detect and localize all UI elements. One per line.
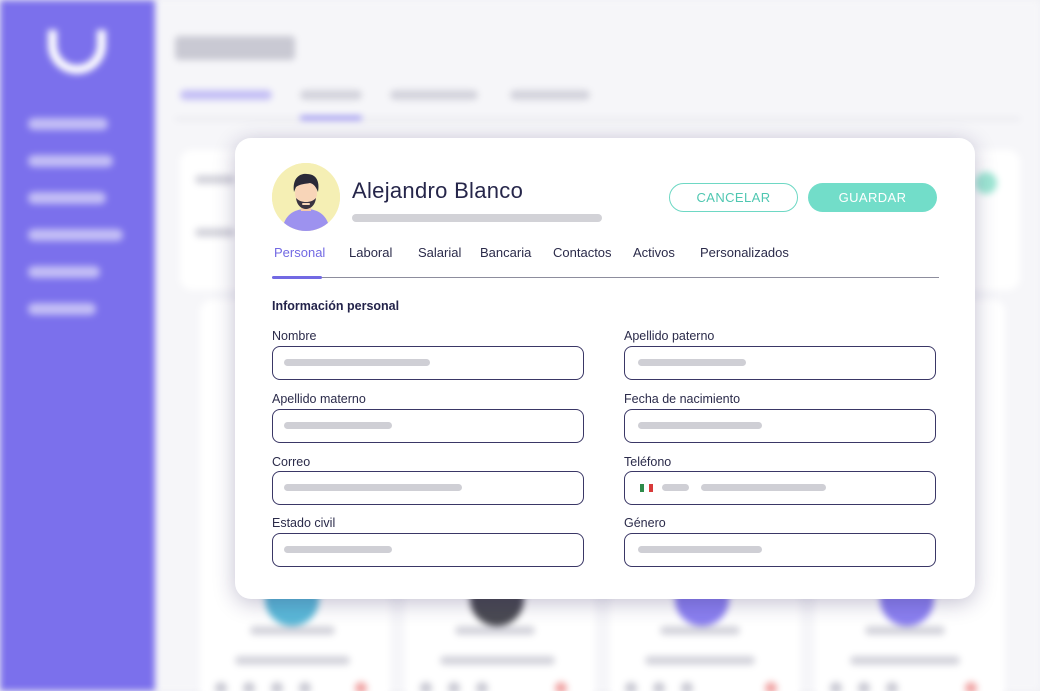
background-tab — [180, 90, 272, 100]
app-logo — [48, 30, 106, 74]
background-icon — [420, 682, 432, 691]
field-label-nombre: Nombre — [272, 329, 317, 343]
input-value-placeholder — [638, 359, 746, 366]
background-icon — [476, 682, 488, 691]
telefono-input[interactable] — [624, 471, 936, 505]
input-value-placeholder — [638, 546, 762, 553]
input-value-placeholder — [284, 484, 462, 491]
background-tab-underline — [300, 116, 362, 120]
tab-laboral[interactable]: Laboral — [349, 245, 392, 260]
background-text — [660, 626, 740, 635]
employee-edit-modal: Alejandro Blanco CANCELAR GUARDAR Person… — [235, 138, 975, 599]
genero-input[interactable] — [624, 533, 936, 567]
background-tab — [390, 90, 478, 100]
input-value-placeholder — [284, 422, 392, 429]
sidebar-item — [28, 266, 100, 278]
employee-subtitle-placeholder — [352, 214, 602, 222]
background-text — [250, 626, 335, 635]
tab-activos[interactable]: Activos — [633, 245, 675, 260]
input-value-placeholder — [284, 359, 430, 366]
background-tab — [300, 90, 362, 100]
background-text — [235, 656, 350, 665]
background-text — [455, 626, 535, 635]
background-text — [440, 656, 555, 665]
field-label-estado-civil: Estado civil — [272, 516, 336, 530]
input-value-placeholder — [638, 422, 762, 429]
tab-label: Personalizados — [700, 245, 789, 260]
sidebar — [0, 0, 155, 691]
background-text — [195, 228, 235, 237]
background-icon — [271, 682, 283, 691]
tab-label: Bancaria — [480, 245, 532, 260]
tab-bar: Personal Laboral Salarial Bancaria Conta… — [272, 245, 939, 279]
background-icon — [355, 682, 367, 691]
background-text — [865, 626, 945, 635]
cancel-button[interactable]: CANCELAR — [669, 183, 798, 212]
background-icon — [965, 682, 977, 691]
background-text — [195, 175, 235, 184]
background-icon — [243, 682, 255, 691]
field-label-telefono: Teléfono — [624, 455, 672, 469]
tab-label: Laboral — [349, 245, 393, 260]
background-page-title — [175, 36, 295, 60]
tab-label: Salarial — [418, 245, 462, 260]
tab-label: Contactos — [553, 245, 612, 260]
nombre-input[interactable] — [272, 346, 584, 380]
background-icon — [681, 682, 693, 691]
estado-civil-input[interactable] — [272, 533, 584, 567]
background-icon — [830, 682, 842, 691]
tab-label: Activos — [633, 245, 675, 260]
employee-name: Alejandro Blanco — [352, 178, 524, 203]
input-value-placeholder — [284, 546, 392, 553]
section-title: Información personal — [272, 299, 400, 313]
apellido-materno-input[interactable] — [272, 409, 584, 443]
background-text — [645, 656, 755, 665]
background-icon — [299, 682, 311, 691]
sidebar-item — [28, 229, 123, 241]
man-avatar-icon — [272, 163, 340, 231]
sidebar-item — [28, 192, 106, 204]
active-tab-indicator — [272, 276, 322, 279]
background-icon — [555, 682, 567, 691]
background-icon — [765, 682, 777, 691]
mexico-flag-icon[interactable] — [640, 484, 653, 492]
tab-salarial[interactable]: Salarial — [418, 245, 461, 260]
background-icon — [215, 682, 227, 691]
apellido-paterno-input[interactable] — [624, 346, 936, 380]
field-label-genero: Género — [624, 516, 666, 530]
tab-personal[interactable]: Personal — [274, 245, 325, 260]
sidebar-item — [28, 155, 113, 167]
tab-contactos[interactable]: Contactos — [553, 245, 612, 260]
background-tab — [510, 90, 590, 100]
field-label-apellido-materno: Apellido materno — [272, 392, 366, 406]
employee-avatar — [272, 163, 340, 231]
background-icon — [448, 682, 460, 691]
sidebar-item — [28, 303, 96, 315]
country-code-placeholder — [662, 484, 689, 491]
fecha-de-nacimiento-input[interactable] — [624, 409, 936, 443]
background-icon — [653, 682, 665, 691]
background-icon — [886, 682, 898, 691]
field-label-fecha-de-nacimiento: Fecha de nacimiento — [624, 392, 741, 406]
tab-bancaria[interactable]: Bancaria — [480, 245, 531, 260]
save-button[interactable]: GUARDAR — [808, 183, 937, 212]
background-icon — [858, 682, 870, 691]
tab-personalizados[interactable]: Personalizados — [700, 245, 789, 260]
input-value-placeholder — [701, 484, 826, 491]
background-badge — [975, 172, 997, 194]
background-text — [850, 656, 960, 665]
background-icon — [625, 682, 637, 691]
sidebar-item — [28, 118, 108, 130]
field-label-apellido-paterno: Apellido paterno — [624, 329, 715, 343]
correo-input[interactable] — [272, 471, 584, 505]
field-label-correo: Correo — [272, 455, 311, 469]
tab-label: Personal — [274, 245, 326, 260]
